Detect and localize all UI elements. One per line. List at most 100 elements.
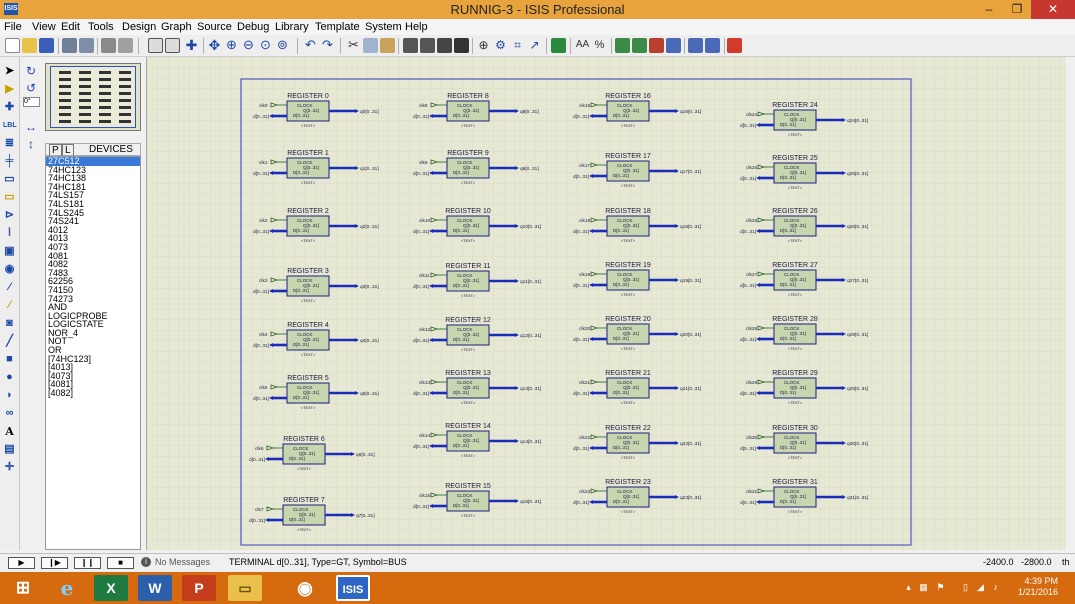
device-pins-icon[interactable]: ⊳ [3, 209, 16, 222]
line-icon[interactable]: ╱ [3, 335, 16, 348]
print-area-icon[interactable] [118, 38, 133, 53]
symbol-icon[interactable]: ▤ [3, 443, 16, 456]
import-icon[interactable] [62, 38, 77, 53]
menu-tools[interactable]: Tools [88, 21, 114, 33]
block-delete-icon[interactable] [454, 38, 469, 53]
menu-design[interactable]: Design [122, 21, 156, 33]
property-assign-icon[interactable]: % [592, 38, 607, 53]
tray-network-icon[interactable]: ▦ [918, 582, 929, 593]
bill-of-materials-icon[interactable] [688, 38, 703, 53]
menu-source[interactable]: Source [197, 21, 232, 33]
tray-up-arrow-icon[interactable]: ▴ [903, 582, 914, 593]
menu-system[interactable]: System [365, 21, 402, 33]
stop-button[interactable]: ■ [107, 557, 134, 569]
menu-edit[interactable]: Edit [61, 21, 80, 33]
selection-mode-icon[interactable]: ➤ [3, 65, 16, 78]
overview-viewport[interactable] [50, 66, 136, 128]
terminals-icon[interactable]: ▭ [3, 191, 16, 204]
electrical-rule-check-icon[interactable] [705, 38, 720, 53]
zoom-area-icon[interactable]: ⊚ [275, 38, 290, 53]
mirror-horizontal-icon[interactable]: ↔ [24, 120, 38, 134]
file-explorer-icon[interactable]: ▭ [228, 575, 262, 601]
zoom-all-icon[interactable]: ⊙ [258, 38, 273, 53]
ares-icon[interactable] [727, 38, 742, 53]
remove-sheet-icon[interactable] [649, 38, 664, 53]
internet-explorer-icon[interactable]: e [50, 575, 84, 601]
new-sheet-icon[interactable] [632, 38, 647, 53]
menu-help[interactable]: Help [405, 21, 428, 33]
menu-file[interactable]: File [4, 21, 22, 33]
voltage-probe-icon[interactable]: ⁄ [3, 281, 16, 294]
component-mode-icon[interactable]: ▶ [3, 83, 16, 96]
excel-icon[interactable]: X [94, 575, 128, 601]
open-folder-icon[interactable] [22, 38, 37, 53]
rotate-clockwise-icon[interactable]: ↻ [24, 64, 38, 78]
wire-label-icon[interactable]: LBL [3, 119, 17, 132]
schematic-canvas[interactable]: REGISTER 0 CLOCK Q[0..31] D[0..31] <TEXT> clk… [146, 57, 1075, 550]
windows-start-icon[interactable]: ⊞ [6, 575, 40, 601]
decompose-icon[interactable]: ↗ [527, 38, 542, 53]
minimize-button[interactable]: – [975, 0, 1003, 19]
text-icon[interactable]: A [3, 425, 16, 438]
messages-status[interactable]: No Messages [155, 557, 210, 567]
block-rotate-icon[interactable] [437, 38, 452, 53]
packaging-tool-icon[interactable]: ⌗ [510, 38, 525, 53]
zoom-out-icon[interactable]: ⊖ [241, 38, 256, 53]
powerpoint-icon[interactable]: P [182, 575, 216, 601]
undo-icon[interactable]: ↶ [303, 38, 318, 53]
goto-sheet-icon[interactable] [666, 38, 681, 53]
block-move-icon[interactable] [420, 38, 435, 53]
play-button[interactable]: ▶ [8, 557, 35, 569]
menu-template[interactable]: Template [315, 21, 360, 33]
zoom-in-icon[interactable]: ⊕ [224, 38, 239, 53]
word-icon[interactable]: W [138, 575, 172, 601]
block-copy-icon[interactable] [403, 38, 418, 53]
junction-dot-icon[interactable]: ✚ [3, 101, 16, 114]
menu-view[interactable]: View [32, 21, 56, 33]
export-icon[interactable] [79, 38, 94, 53]
tray-volume-icon[interactable]: ♪ [990, 582, 1001, 593]
cut-icon[interactable]: ✂ [346, 38, 361, 53]
text-script-icon[interactable]: ≣ [3, 137, 16, 150]
subcircuit-icon[interactable]: ▭ [3, 173, 16, 186]
pick-device-icon[interactable]: ⊕ [476, 38, 491, 53]
make-device-icon[interactable]: ⚙ [493, 38, 508, 53]
close-button[interactable]: ✕ [1031, 0, 1075, 19]
chrome-icon[interactable]: ◉ [288, 575, 322, 601]
wire-autorouter-icon[interactable] [551, 38, 566, 53]
marker-icon[interactable]: ✛ [3, 461, 16, 474]
tape-recorder-icon[interactable]: ▣ [3, 245, 16, 258]
tray-signal-icon[interactable]: ◢ [975, 582, 986, 593]
menu-debug[interactable]: Debug [237, 21, 269, 33]
virtual-instrument-icon[interactable]: ◙ [3, 317, 16, 330]
menu-library[interactable]: Library [275, 21, 309, 33]
generator-icon[interactable]: ◉ [3, 263, 16, 276]
maximize-button[interactable]: ❐ [1003, 0, 1031, 19]
schematic-svg[interactable]: REGISTER 0CLOCKQ[0..31]D[0..31]<TEXT>clk… [147, 57, 1075, 550]
menu-graph[interactable]: Graph [161, 21, 192, 33]
vertical-scrollbar[interactable] [1066, 57, 1075, 550]
mirror-vertical-icon[interactable]: ↕ [24, 137, 38, 151]
current-probe-icon[interactable]: ⁄ [3, 299, 16, 312]
tray-flag-icon[interactable]: ⚑ [935, 582, 946, 593]
tray-battery-icon[interactable]: ▯ [960, 582, 971, 593]
step-button[interactable]: ❙▶ [41, 557, 68, 569]
print-icon[interactable] [101, 38, 116, 53]
path-icon[interactable]: ∞ [3, 407, 16, 420]
graph-icon[interactable]: ⦚ [3, 227, 16, 240]
device-list-item[interactable]: [4082] [46, 389, 140, 398]
save-icon[interactable] [39, 38, 54, 53]
system-clock[interactable]: 4:39 PM 1/21/2016 [1008, 576, 1058, 598]
devices-list[interactable]: 27C512 74HC123 74HC138 74HC181 74LS157 74LS18… [45, 156, 141, 550]
rotate-anticlockwise-icon[interactable]: ↺ [24, 81, 38, 95]
refresh-icon[interactable] [148, 38, 163, 53]
pan-icon[interactable]: ✥ [207, 38, 222, 53]
arc-icon[interactable]: ◗ [3, 389, 16, 402]
isis-taskbar-icon[interactable]: ISIS [336, 575, 370, 601]
copy-icon[interactable] [363, 38, 378, 53]
netlist-icon[interactable] [615, 38, 630, 53]
circle-icon[interactable]: ● [3, 371, 16, 384]
bus-icon[interactable]: ╪ [3, 155, 16, 168]
pause-button[interactable]: ❙❙ [74, 557, 101, 569]
box-icon[interactable]: ■ [3, 353, 16, 366]
